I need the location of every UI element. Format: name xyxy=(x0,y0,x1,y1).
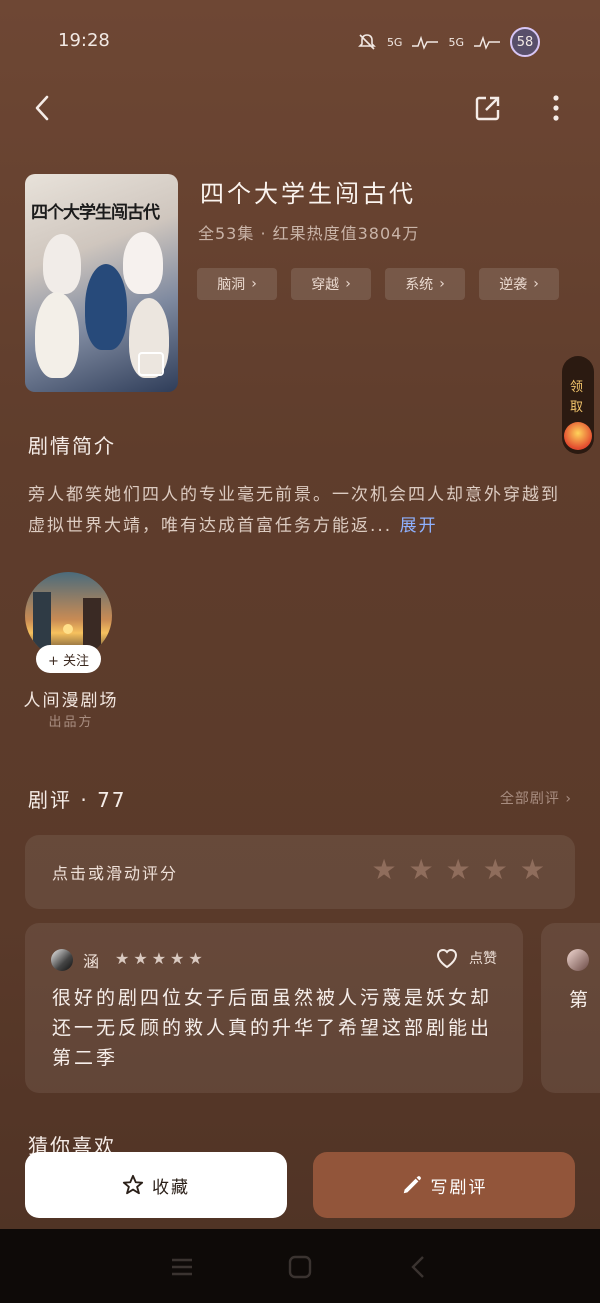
review-card[interactable]: 第 xyxy=(541,923,600,1093)
more-button[interactable] xyxy=(538,90,574,126)
status-icons: 5G 5G 58 xyxy=(357,27,540,57)
rating-card[interactable]: 点击或滑动评分 ★ ★ ★ ★ ★ xyxy=(25,835,575,909)
mute-icon xyxy=(358,34,376,50)
tag-label: 系统 xyxy=(405,277,434,293)
tag-label: 穿越 xyxy=(311,277,340,293)
tag-chip[interactable]: 逆袭 › xyxy=(479,268,559,300)
battery-indicator: 58 xyxy=(510,27,540,57)
follow-button[interactable]: + 关注 xyxy=(36,645,101,673)
cover-figure xyxy=(43,234,81,294)
heart-icon xyxy=(436,949,458,969)
gallery-icon[interactable] xyxy=(138,352,164,376)
cover-figure xyxy=(123,232,163,294)
share-button[interactable] xyxy=(470,90,506,126)
reviewer-avatar[interactable] xyxy=(51,949,73,971)
more-vertical-icon xyxy=(553,95,559,121)
back-button[interactable] xyxy=(24,90,60,126)
review-text: 第 xyxy=(569,989,589,1011)
system-back-button[interactable] xyxy=(403,1253,433,1281)
system-nav-bar xyxy=(0,1229,600,1303)
review-card[interactable]: 涵 ★★★★★ 点赞 很好的剧四位女子后面虽然被人污蔑是妖女却还一无反顾的救人真… xyxy=(25,923,523,1093)
star-outline-icon xyxy=(122,1174,144,1195)
reward-widget[interactable]: 领取 xyxy=(562,356,594,454)
star-icon[interactable]: ★ xyxy=(520,855,545,885)
star-icon[interactable]: ★ xyxy=(483,855,508,885)
chevron-right-icon: › xyxy=(251,276,257,292)
chevron-right-icon: › xyxy=(533,276,539,292)
tag-chip[interactable]: 穿越 › xyxy=(291,268,371,300)
reviews-heading: 剧评 · 77 xyxy=(28,788,127,812)
drama-title: 四个大学生闯古代 xyxy=(200,180,416,208)
share-icon xyxy=(475,96,500,121)
producer-name[interactable]: 人间漫剧场 xyxy=(16,686,126,711)
star-icon[interactable]: ★ xyxy=(446,855,471,885)
all-reviews-label: 全部剧评 xyxy=(499,791,560,807)
synopsis-body: 旁人都笑她们四人的专业毫无前景。一次机会四人却意外穿越到虚拟世界大靖，唯有达成首… xyxy=(28,485,560,536)
favorite-label: 收藏 xyxy=(152,1177,190,1198)
cover-figure xyxy=(35,292,79,378)
like-label: 点赞 xyxy=(469,951,497,967)
drama-cover[interactable]: 四个大学生闯古代 xyxy=(25,174,178,392)
pencil-icon xyxy=(403,1176,421,1194)
chevron-right-icon: › xyxy=(439,276,445,292)
star-icon[interactable]: ★ xyxy=(371,855,396,885)
review-text: 很好的剧四位女子后面虽然被人污蔑是妖女却还一无反顾的救人真的升华了希望这部剧能出… xyxy=(52,987,493,1069)
write-review-button[interactable]: 写剧评 xyxy=(313,1152,575,1218)
network-label-2: 5G xyxy=(448,35,464,49)
tag-list: 脑洞 › 穿越 › 系统 › 逆袭 › xyxy=(197,268,559,300)
network-label-1: 5G xyxy=(386,35,403,49)
drama-meta: 全53集 · 红果热度值3804万 xyxy=(198,224,420,243)
treasure-pot-icon xyxy=(564,422,592,450)
chevron-right-icon: › xyxy=(345,276,351,292)
chevron-right-icon: › xyxy=(565,791,572,807)
signal-icon-2 xyxy=(474,35,500,50)
star-icon[interactable]: ★ xyxy=(409,855,434,885)
back-triangle-icon xyxy=(411,1256,424,1278)
review-stars: ★★★★★ xyxy=(115,949,207,968)
all-reviews-link[interactable]: 全部剧评 › xyxy=(500,788,572,808)
chevron-left-icon xyxy=(35,95,49,121)
tag-label: 脑洞 xyxy=(217,277,246,293)
menu-button[interactable] xyxy=(167,1253,197,1281)
home-button[interactable] xyxy=(285,1253,315,1281)
sun-shape xyxy=(63,624,73,634)
status-time: 19:28 xyxy=(58,30,110,51)
menu-icon xyxy=(172,1258,192,1276)
producer-role: 出品方 xyxy=(48,715,94,730)
synopsis-text: 旁人都笑她们四人的专业毫无前景。一次机会四人却意外穿越到虚拟世界大靖，唯有达成首… xyxy=(28,480,573,542)
synopsis-heading: 剧情简介 xyxy=(28,434,116,458)
favorite-button[interactable]: 收藏 xyxy=(25,1152,287,1218)
rating-stars[interactable]: ★ ★ ★ ★ ★ xyxy=(371,855,545,885)
cover-title: 四个大学生闯古代 xyxy=(31,203,160,223)
tag-label: 逆袭 xyxy=(499,277,528,293)
tag-chip[interactable]: 系统 › xyxy=(385,268,465,300)
reviewer-name[interactable]: 涵 xyxy=(83,948,99,972)
tag-chip[interactable]: 脑洞 › xyxy=(197,268,277,300)
home-square-icon xyxy=(288,1255,312,1279)
rating-prompt: 点击或滑动评分 xyxy=(52,864,179,883)
expand-link[interactable]: 展开 xyxy=(400,516,438,536)
reviewer-avatar[interactable] xyxy=(567,949,589,971)
cover-figure xyxy=(85,264,127,350)
reward-label: 领取 xyxy=(570,380,584,415)
write-review-label: 写剧评 xyxy=(430,1177,488,1198)
building-shape xyxy=(33,592,51,652)
like-button[interactable]: 点赞 xyxy=(435,947,497,969)
signal-icon xyxy=(412,35,439,50)
